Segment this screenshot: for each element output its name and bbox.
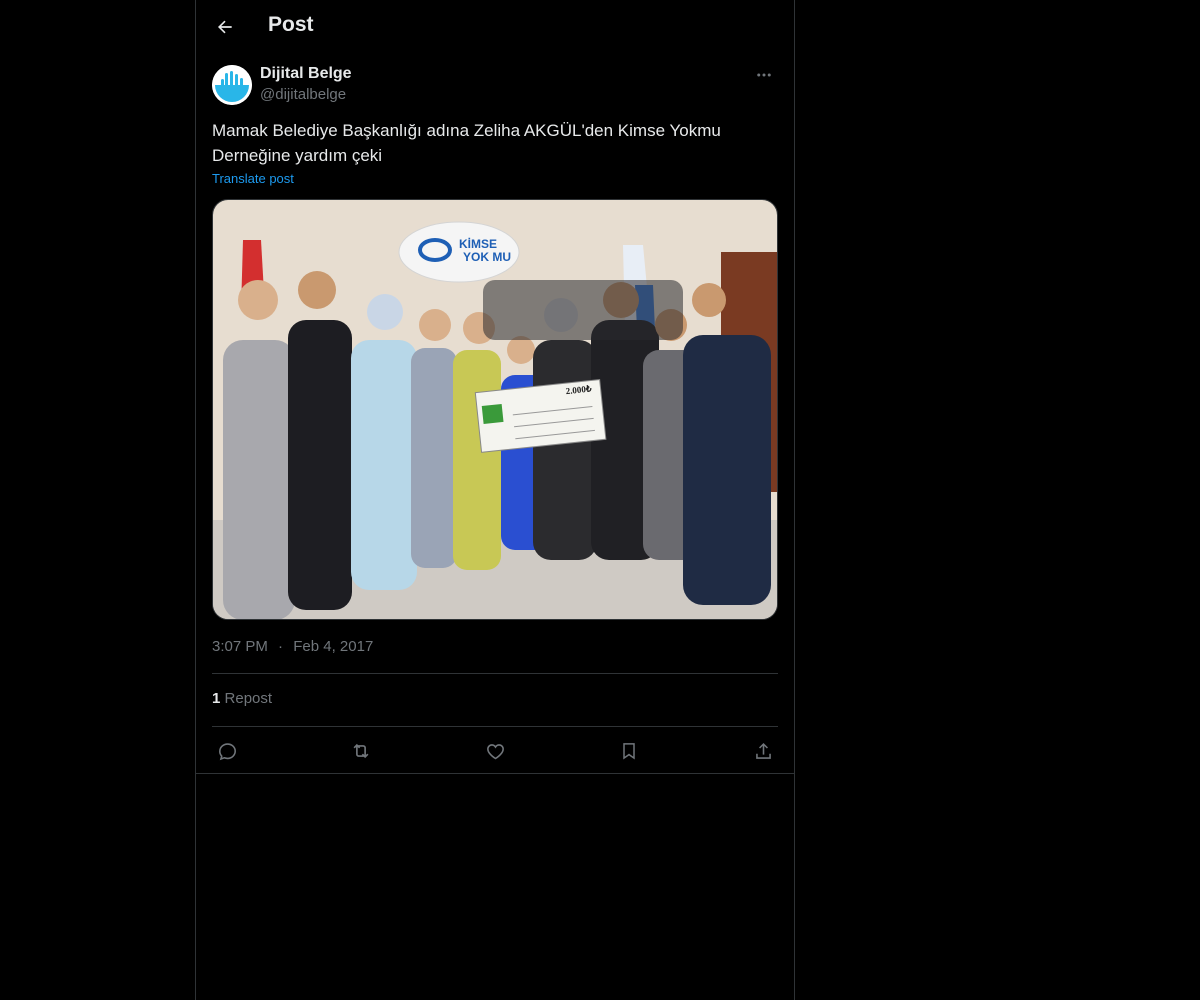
heart-icon [486,743,504,759]
post-detail-column: Post Dijital Belge @dijitalbelge Mamak B… [195,0,795,1000]
divider [212,673,778,674]
avatar-logo-icon [212,65,252,105]
post-author: Dijital Belge @dijitalbelge [212,64,778,108]
post-text: Mamak Belediye Başkanlığı adına Zeliha A… [212,121,721,165]
back-button[interactable] [208,10,242,44]
post-date-link[interactable]: Feb 4, 2017 [293,638,373,655]
avatar[interactable] [212,65,252,105]
arrow-left-icon [218,20,232,34]
repost-button[interactable] [346,736,376,766]
divider [196,773,794,774]
page-title: Post [268,13,314,36]
banner-line-1: KİMSE [459,236,497,251]
more-options-button[interactable] [750,64,778,86]
post-timestamp: 3:07 PM · Feb 4, 2017 [212,638,373,655]
bookmark-icon [623,743,635,760]
share-icon [755,742,771,759]
post-time-link[interactable]: 3:07 PM [212,638,268,655]
repost-stats-link[interactable]: 1 Repost [212,690,272,707]
photo-check-ceremony: KİMSE YOK MU 2.000₺ [213,200,777,619]
repost-label: Repost [224,690,273,707]
like-button[interactable] [480,736,510,766]
top-bar: Post [196,0,794,53]
post-actions [212,736,778,766]
reply-button[interactable] [212,736,242,766]
author-display-name[interactable]: Dijital Belge [260,65,352,83]
post-photo[interactable]: KİMSE YOK MU 2.000₺ [212,199,778,620]
translate-post-link[interactable]: Translate post [212,171,294,186]
reply-icon [218,742,236,760]
repost-icon [353,743,369,759]
timestamp-separator: · [278,638,284,655]
more-horizontal-icon [757,73,771,77]
author-handle[interactable]: @dijitalbelge [260,86,346,103]
share-button[interactable] [748,736,778,766]
divider [212,726,778,727]
repost-count: 1 [212,690,221,707]
giant-check: 2.000₺ [474,379,607,453]
banner-line-2: YOK MU [463,250,511,264]
bookmark-button[interactable] [614,736,644,766]
